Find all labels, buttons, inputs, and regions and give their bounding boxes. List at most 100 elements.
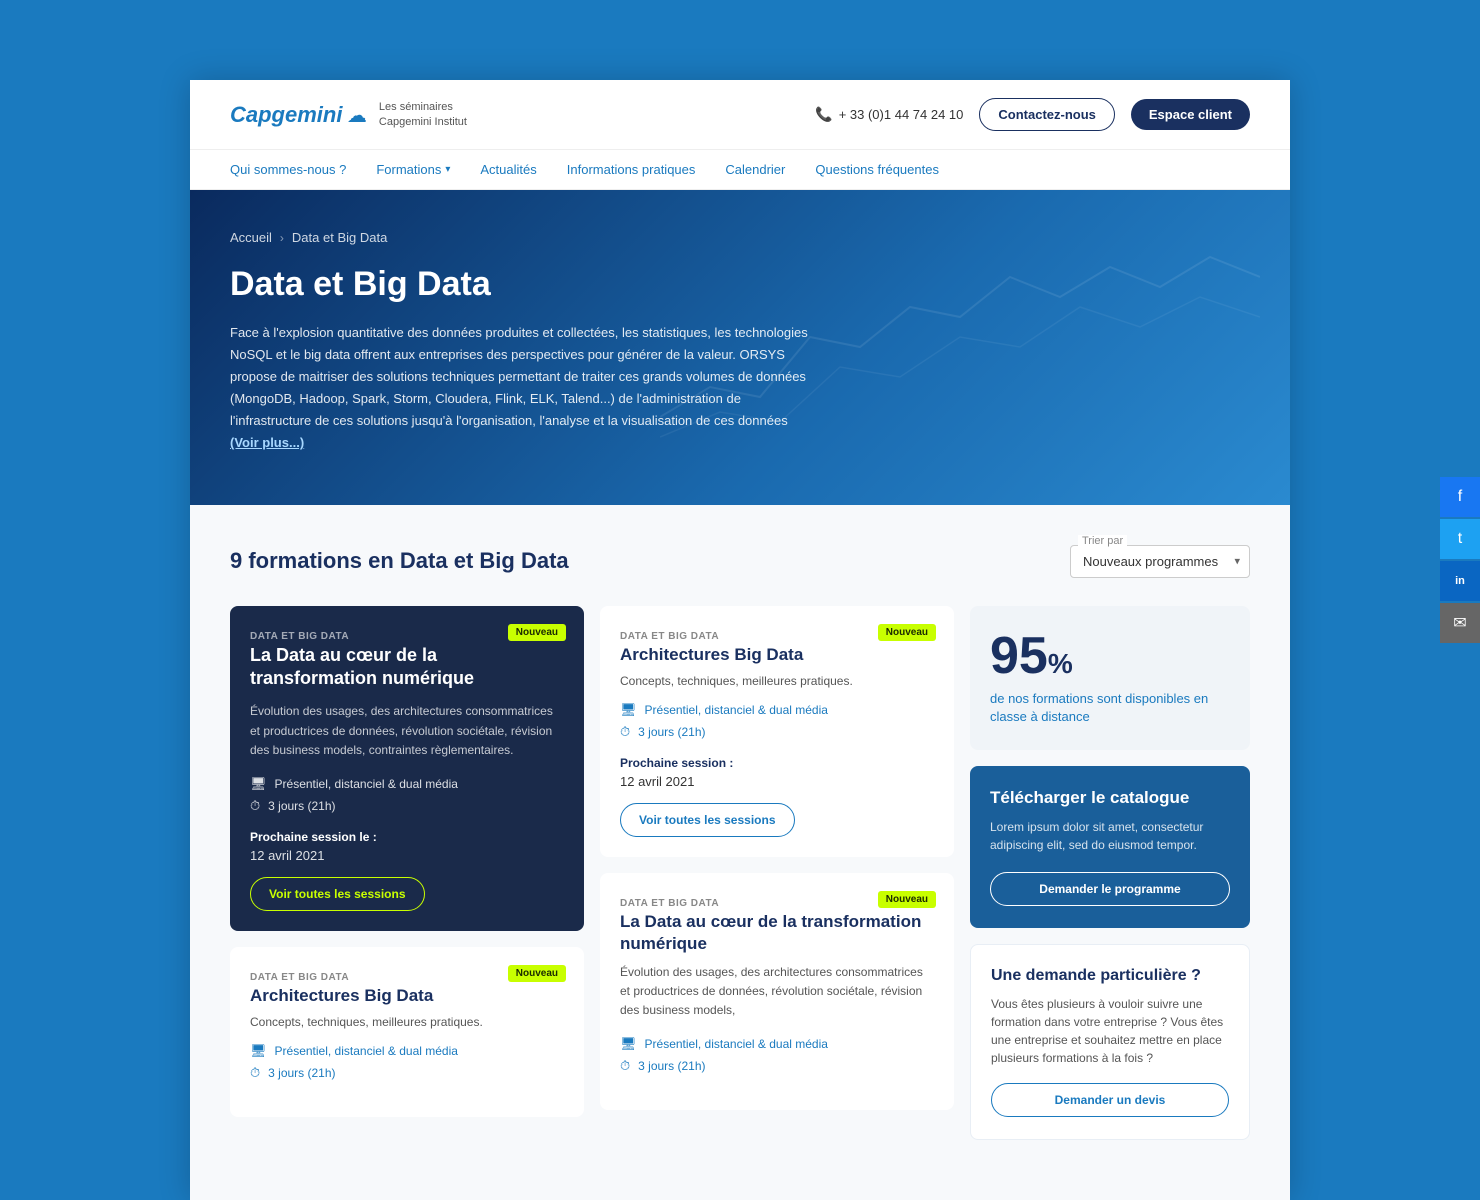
card-2-duration: ⏱ 3 jours (21h)	[620, 724, 934, 740]
card-3-category: DATA ET BIG DATA	[250, 972, 349, 983]
linkedin-button[interactable]: in	[1440, 561, 1480, 601]
contact-button[interactable]: Contactez-nous	[979, 98, 1115, 131]
voir-plus-link[interactable]: (Voir plus...)	[230, 435, 304, 450]
programme-button[interactable]: Demander le programme	[990, 872, 1230, 906]
social-sidebar: f t in ✉	[1440, 477, 1480, 643]
facebook-button[interactable]: f	[1440, 477, 1480, 517]
card-4-title: La Data au cœur de la transformation num…	[620, 911, 934, 955]
card-2-session-date: 12 avril 2021	[620, 774, 934, 789]
card-1-session-date: 12 avril 2021	[250, 848, 564, 863]
card-2-category: DATA ET BIG DATA	[620, 631, 719, 642]
card-3-modality: 🖥 Présentiel, distanciel & dual média	[250, 1043, 564, 1059]
card-2-sessions-button[interactable]: Voir toutes les sessions	[620, 803, 795, 837]
stat-widget: 95% de nos formations sont disponibles e…	[970, 606, 1250, 750]
stat-text: de nos formations sont disponibles en cl…	[990, 690, 1230, 726]
card-2-session-label: Prochaine session :	[620, 756, 934, 770]
cards-middle-column: DATA ET BIG DATA Nouveau Architectures B…	[600, 606, 954, 1140]
nav-informations-pratiques[interactable]: Informations pratiques	[567, 162, 696, 177]
email-icon: ✉	[1453, 613, 1466, 633]
nav-questions-frequentes[interactable]: Questions fréquentes	[815, 162, 939, 177]
email-button[interactable]: ✉	[1440, 603, 1480, 643]
card-3-title: Architectures Big Data	[250, 985, 564, 1007]
twitter-button[interactable]: t	[1440, 519, 1480, 559]
nav-calendrier[interactable]: Calendrier	[725, 162, 785, 177]
logo-text: Capgemini	[230, 102, 342, 127]
monitor-icon: 🖥	[250, 776, 267, 792]
breadcrumb-current: Data et Big Data	[292, 230, 387, 245]
formations-grid: DATA ET BIG DATA Nouveau La Data au cœur…	[230, 606, 1250, 1140]
clock-icon-2: ⏱	[250, 1065, 260, 1081]
card-4-category: DATA ET BIG DATA	[620, 898, 719, 909]
hero-description: Face à l'explosion quantitative des donn…	[230, 322, 810, 455]
card-2: DATA ET BIG DATA Nouveau Architectures B…	[600, 606, 954, 857]
breadcrumb: Accueil › Data et Big Data	[230, 230, 1250, 245]
monitor-icon-2: 🖥	[250, 1043, 267, 1059]
stat-number: 95	[990, 627, 1048, 685]
card-3-meta: 🖥 Présentiel, distanciel & dual média ⏱ …	[250, 1043, 564, 1081]
phone-area: 📞 + 33 (0)1 44 74 24 10	[815, 106, 963, 123]
card-2-badge: Nouveau	[878, 624, 936, 641]
card-1-duration: ⏱ 3 jours (21h)	[250, 798, 564, 814]
demande-title: Une demande particulière ?	[991, 967, 1229, 985]
nav-qui-sommes-nous[interactable]: Qui sommes-nous ?	[230, 162, 346, 177]
card-3-badge: Nouveau	[508, 965, 566, 982]
card-4-badge: Nouveau	[878, 891, 936, 908]
stat-number-area: 95%	[990, 630, 1230, 682]
card-1-modality: 🖥 Présentiel, distanciel & dual média	[250, 776, 564, 792]
devis-button[interactable]: Demander un devis	[991, 1083, 1229, 1117]
card-4-meta: 🖥 Présentiel, distanciel & dual média ⏱ …	[620, 1036, 934, 1074]
formations-count-title: 9 formations en Data et Big Data	[230, 548, 569, 574]
sort-wrapper: Trier par Nouveaux programmes ▾	[1070, 545, 1250, 578]
nav-formations[interactable]: Formations ▾	[376, 162, 450, 177]
catalogue-text: Lorem ipsum dolor sit amet, consectetur …	[990, 818, 1230, 854]
monitor-icon-4: 🖥	[620, 1036, 637, 1052]
formations-chevron-icon: ▾	[445, 164, 450, 175]
phone-number: + 33 (0)1 44 74 24 10	[839, 107, 964, 122]
card-4: DATA ET BIG DATA Nouveau La Data au cœur…	[600, 873, 954, 1111]
card-4-modality: 🖥 Présentiel, distanciel & dual média	[620, 1036, 934, 1052]
card-3-duration: ⏱ 3 jours (21h)	[250, 1065, 564, 1081]
clock-icon: ⏱	[250, 798, 260, 814]
site-header: Capgemini ☁ Les séminaires Capgemini Ins…	[190, 80, 1290, 150]
card-1-category: DATA ET BIG DATA	[250, 631, 349, 642]
stat-percent: %	[1048, 648, 1073, 679]
card-1-title: La Data au cœur de la transformation num…	[250, 644, 564, 691]
clock-icon-4: ⏱	[620, 1058, 630, 1074]
sort-select[interactable]: Nouveaux programmes	[1070, 545, 1250, 578]
card-4-duration: ⏱ 3 jours (21h)	[620, 1058, 934, 1074]
hero-title: Data et Big Data	[230, 265, 1250, 304]
cards-left-column: DATA ET BIG DATA Nouveau La Data au cœur…	[230, 606, 584, 1140]
breadcrumb-separator: ›	[280, 231, 284, 245]
twitter-icon: t	[1458, 530, 1462, 548]
clock-icon-3: ⏱	[620, 724, 630, 740]
card-2-meta: 🖥 Présentiel, distanciel & dual média ⏱ …	[620, 702, 934, 740]
hero-section: Accueil › Data et Big Data Data et Big D…	[190, 190, 1290, 505]
breadcrumb-home[interactable]: Accueil	[230, 230, 272, 245]
card-1-meta: 🖥 Présentiel, distanciel & dual média ⏱ …	[250, 776, 564, 814]
demande-widget: Une demande particulière ? Vous êtes plu…	[970, 944, 1250, 1140]
phone-icon: 📞	[815, 106, 832, 123]
card-1-description: Évolution des usages, des architectures …	[250, 702, 564, 760]
card-2-subtitle: Concepts, techniques, meilleures pratiqu…	[620, 674, 934, 688]
card-2-modality: 🖥 Présentiel, distanciel & dual média	[620, 702, 934, 718]
monitor-icon-3: 🖥	[620, 702, 637, 718]
demande-text: Vous êtes plusieurs à vouloir suivre une…	[991, 995, 1229, 1067]
main-content: 9 formations en Data et Big Data Trier p…	[190, 505, 1290, 1200]
card-4-description: Évolution des usages, des architectures …	[620, 963, 934, 1021]
nav-actualites[interactable]: Actualités	[480, 162, 536, 177]
espace-client-button[interactable]: Espace client	[1131, 99, 1250, 130]
card-1-badge: Nouveau	[508, 624, 566, 641]
sidebar-right-column: 95% de nos formations sont disponibles e…	[970, 606, 1250, 1140]
card-1: DATA ET BIG DATA Nouveau La Data au cœur…	[230, 606, 584, 931]
logo-area: Capgemini ☁ Les séminaires Capgemini Ins…	[230, 100, 467, 129]
card-2-title: Architectures Big Data	[620, 644, 934, 666]
card-1-sessions-button[interactable]: Voir toutes les sessions	[250, 877, 425, 911]
card-1-session-label: Prochaine session le :	[250, 830, 564, 844]
main-nav: Qui sommes-nous ? Formations ▾ Actualité…	[190, 150, 1290, 190]
header-right: 📞 + 33 (0)1 44 74 24 10 Contactez-nous E…	[815, 98, 1250, 131]
content-header: 9 formations en Data et Big Data Trier p…	[230, 545, 1250, 578]
facebook-icon: f	[1458, 488, 1462, 506]
catalogue-title: Télécharger le catalogue	[990, 788, 1230, 808]
sort-label: Trier par	[1078, 535, 1127, 547]
linkedin-icon: in	[1455, 575, 1465, 587]
